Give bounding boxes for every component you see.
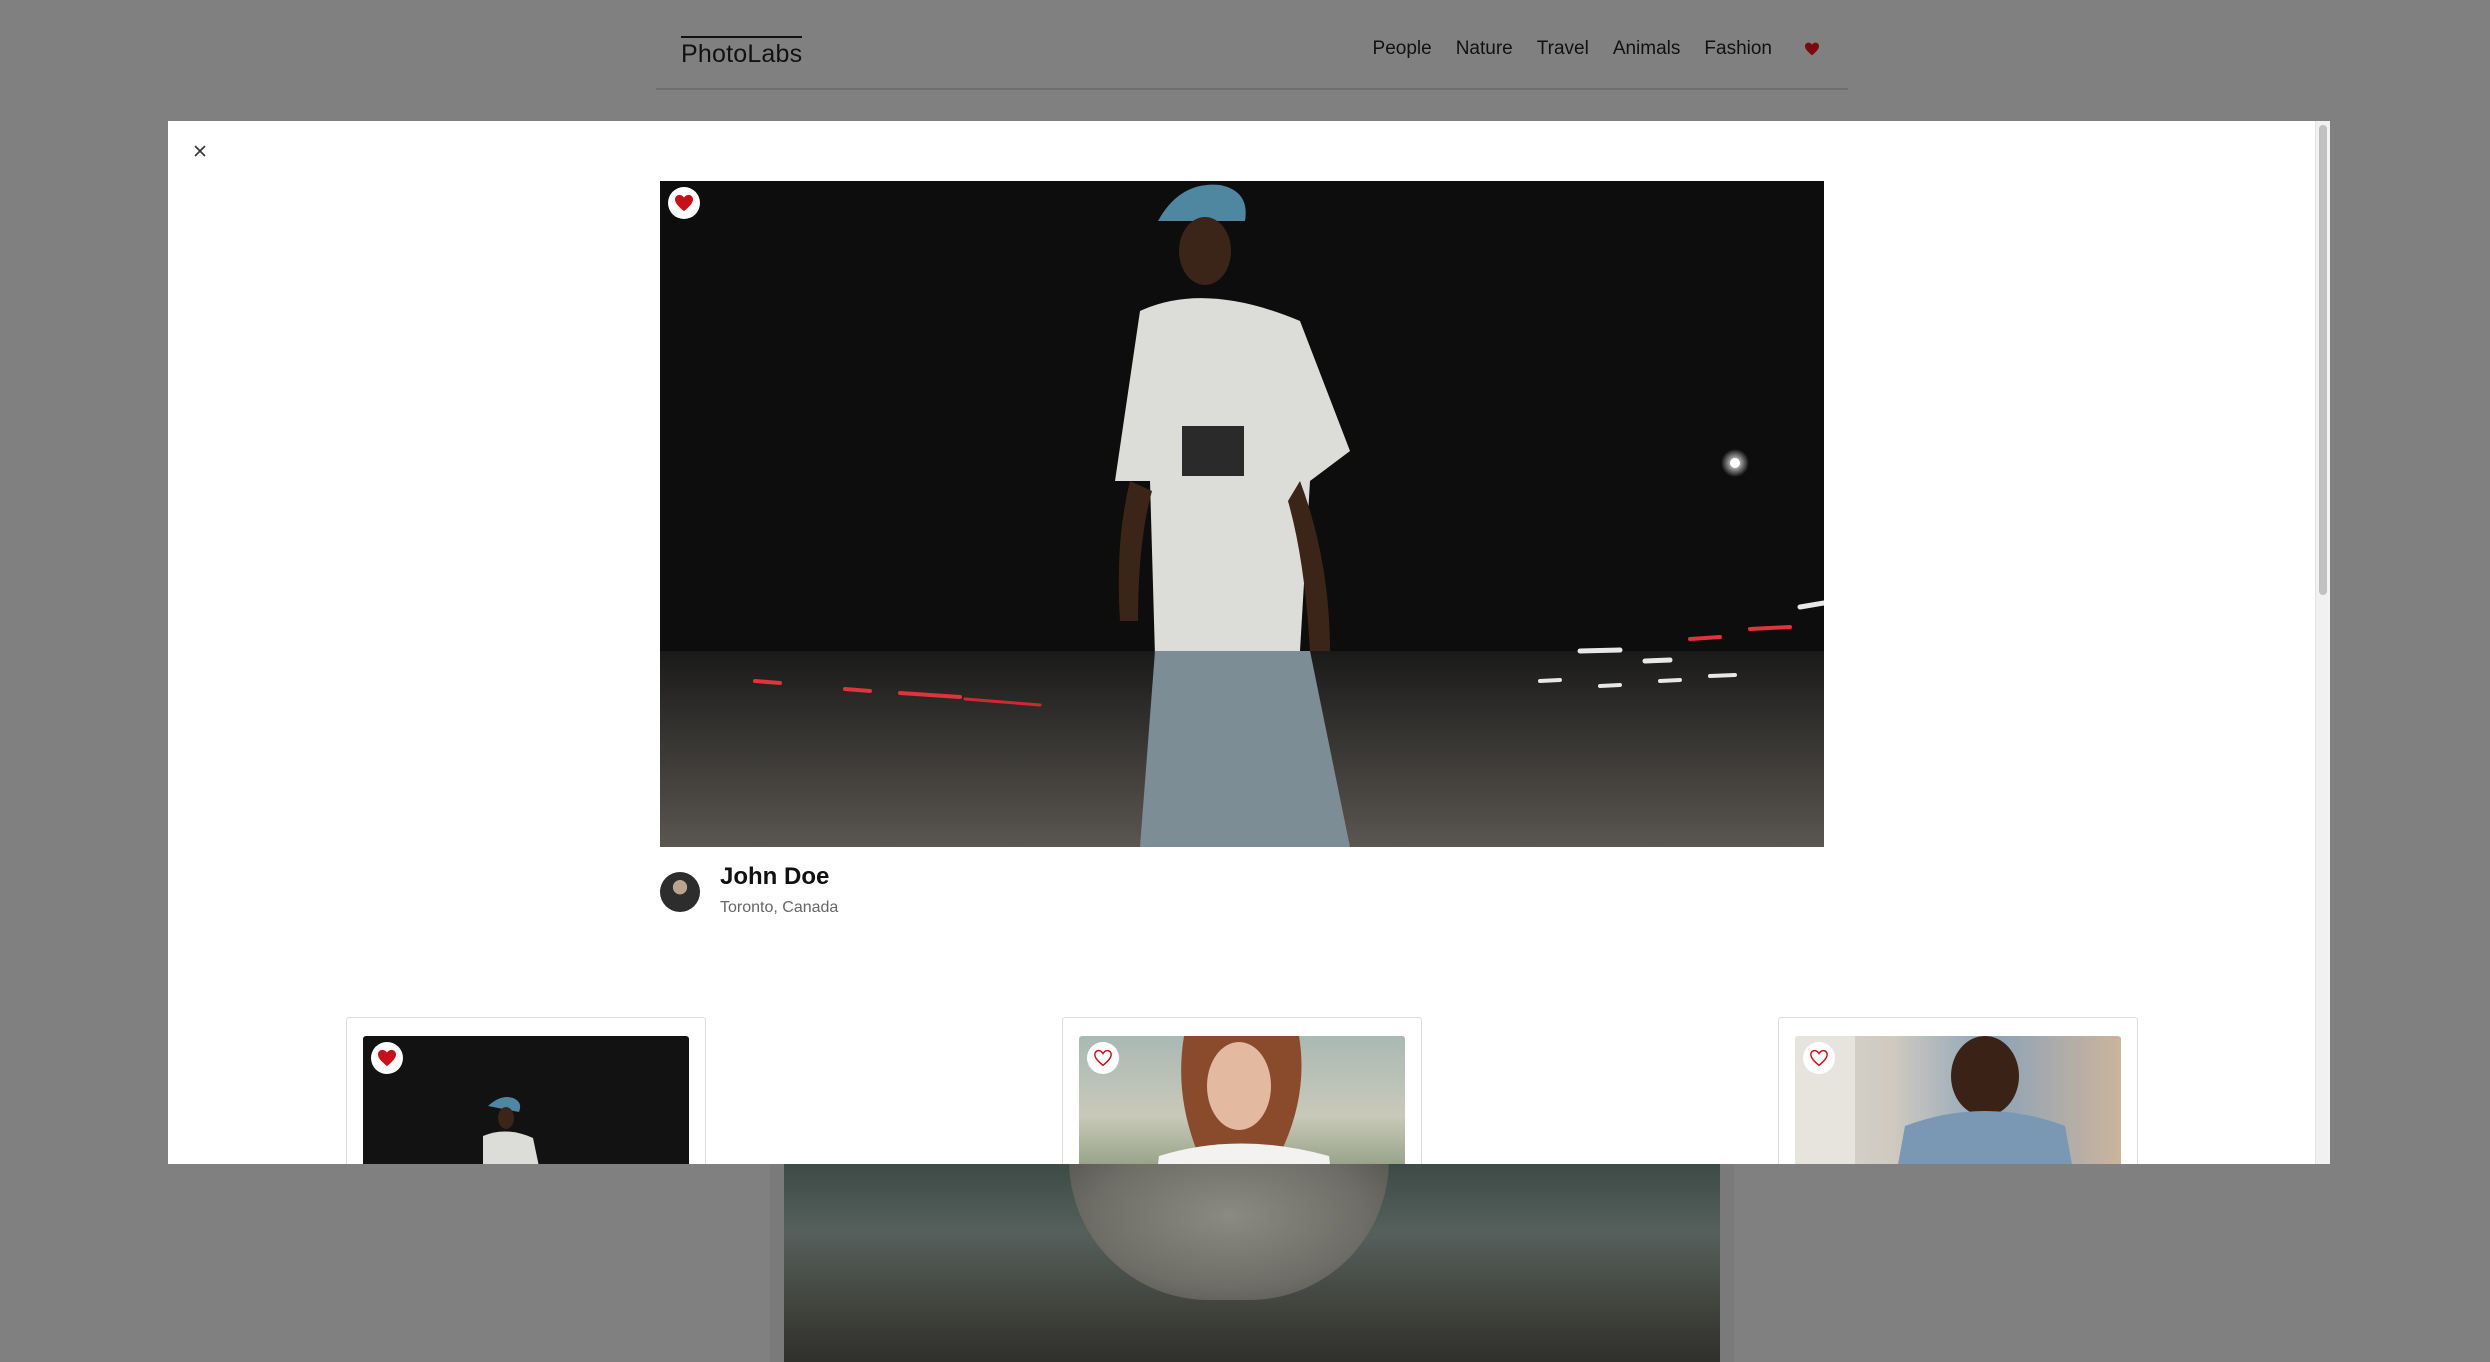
similar-photo-card[interactable] xyxy=(1062,1017,1422,1164)
avatar xyxy=(660,872,700,912)
photographer-details: John Doe Toronto, Canada xyxy=(660,863,1260,923)
fav-badge-nav[interactable] xyxy=(1800,38,1824,60)
heart-outline-icon xyxy=(1094,1049,1112,1067)
topic-people[interactable]: People xyxy=(1373,38,1432,60)
similar-photo xyxy=(1795,1036,2121,1164)
main-photo-image xyxy=(660,181,1824,847)
heart-outline-icon xyxy=(1810,1049,1828,1067)
fav-badge-main[interactable] xyxy=(668,187,700,219)
similar-photos-list xyxy=(168,1017,2316,1164)
heart-icon xyxy=(675,194,693,212)
topic-nature[interactable]: Nature xyxy=(1456,38,1513,60)
close-button[interactable] xyxy=(190,141,210,161)
similar-photo-image xyxy=(483,1097,539,1164)
heart-icon xyxy=(1805,42,1819,56)
topic-travel[interactable]: Travel xyxy=(1537,38,1589,60)
similar-photo-image xyxy=(1158,1036,1330,1164)
modal-scrollbar[interactable] xyxy=(2315,121,2330,1164)
background-photo-card[interactable] xyxy=(770,1160,1734,1362)
photographer-name: John Doe xyxy=(720,863,830,890)
topic-list: People Nature Travel Animals Fashion xyxy=(1373,38,1848,60)
main-photo xyxy=(660,181,1824,847)
photo-subject-shape xyxy=(1069,1160,1389,1300)
photo-details-modal: John Doe Toronto, Canada xyxy=(168,121,2330,1164)
app-logo[interactable]: PhotoLabs xyxy=(681,36,803,69)
heart-icon xyxy=(378,1049,396,1067)
similar-photo xyxy=(1079,1036,1405,1164)
background-photo xyxy=(784,1160,1720,1362)
top-navigation-bar: PhotoLabs People Nature Travel Animals F… xyxy=(656,0,1848,90)
close-icon xyxy=(194,145,206,157)
topic-animals[interactable]: Animals xyxy=(1613,38,1681,60)
fav-badge-similar-2[interactable] xyxy=(1087,1042,1119,1074)
similar-photo-image xyxy=(1795,1036,2072,1164)
fav-badge-similar-3[interactable] xyxy=(1803,1042,1835,1074)
similar-photo xyxy=(363,1036,689,1164)
fav-badge-similar-1[interactable] xyxy=(371,1042,403,1074)
scrollbar-thumb[interactable] xyxy=(2319,125,2327,595)
similar-photo-card[interactable] xyxy=(346,1017,706,1164)
similar-photo-card[interactable] xyxy=(1778,1017,2138,1164)
topic-fashion[interactable]: Fashion xyxy=(1704,38,1772,60)
photographer-location: Toronto, Canada xyxy=(720,899,839,916)
